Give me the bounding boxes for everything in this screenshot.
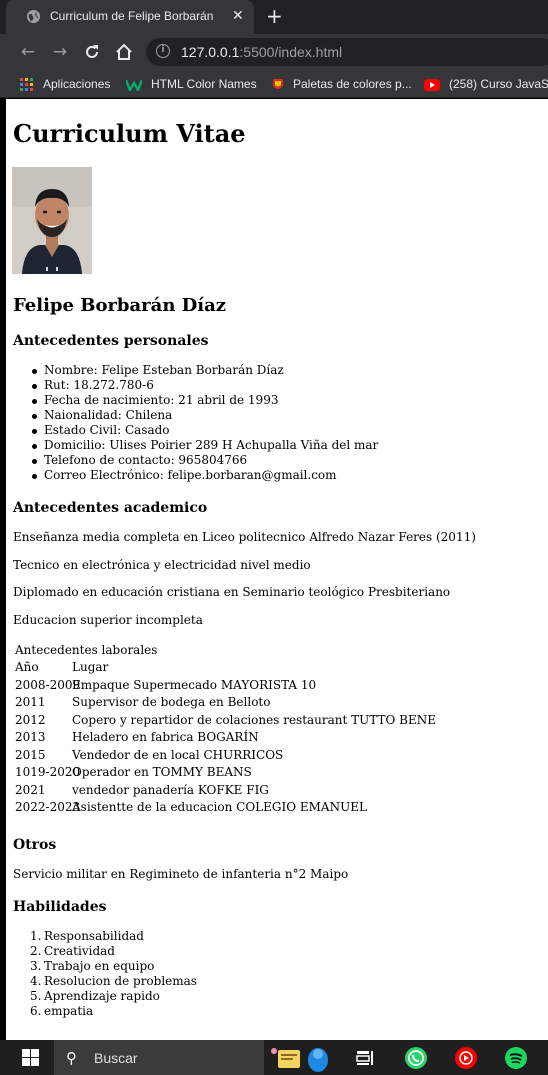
others-text: Servicio militar en Regimineto de infant… [13, 867, 349, 881]
person-name: Felipe Borbarán Díaz [13, 295, 227, 316]
skills-heading: Habilidades [13, 899, 107, 915]
cell-year: 1019-2020 [15, 765, 81, 779]
home-icon[interactable] [114, 42, 134, 62]
cell-year: 2021 [15, 783, 46, 797]
close-tab-icon[interactable]: ✕ [232, 7, 244, 25]
browser-toolbar: ← → i 127.0.0.1:5500/index.html [0, 34, 548, 70]
list-item: Nombre: Felipe Esteban Borbarán Díaz [31, 363, 378, 378]
list-item: Rut: 18.272.780-6 [31, 378, 378, 393]
youtube-icon [424, 78, 440, 91]
w-logo-icon [126, 79, 142, 91]
list-item: Naionalidad: Chilena [31, 408, 378, 423]
windows-start-icon[interactable] [22, 1049, 39, 1066]
list-item: 4. Resolucion de problemas [30, 974, 197, 988]
header-year: Año [15, 660, 39, 674]
browser-tab[interactable]: Curriculum de Felipe Borbarán ✕ [6, 0, 254, 34]
youtube-music-icon[interactable] [454, 1046, 478, 1070]
cell-year: 2022-2023 [15, 800, 81, 814]
cell-place: Asistentte de la educacion COLEGIO EMANU… [72, 800, 367, 814]
bookmark-paletas[interactable]: Paletas de colores p... [272, 75, 412, 93]
page-title: Curriculum Vitae [13, 119, 246, 148]
globe-icon [26, 9, 41, 24]
bookmark-aplicaciones[interactable]: Aplicaciones [20, 75, 110, 93]
bookmark-html-color-names[interactable]: HTML Color Names [126, 75, 257, 93]
bookmark-curso-javascript[interactable]: (258) Curso JavaScri [424, 75, 548, 93]
list-item: 3. Trabajo en equipo [30, 959, 155, 973]
task-view-icon[interactable] [353, 1046, 377, 1070]
academic-item: Tecnico en electrónica y electricidad ni… [13, 558, 311, 572]
jobs-caption: Antecedentes laborales [15, 643, 158, 657]
cell-place: Vendedor de en local CHURRICOS [72, 748, 284, 762]
academic-item: Educacion superior incompleta [13, 613, 203, 627]
search-placeholder: Buscar [94, 1050, 138, 1066]
cell-place: Heladero en fabrica BOGARÍN [72, 730, 259, 744]
cell-year: 2013 [15, 730, 46, 744]
list-item: Telefono de contacto: 965804766 [31, 453, 378, 468]
profile-photo [12, 167, 92, 274]
list-item: 6. empatia [30, 1004, 94, 1018]
url-text[interactable]: 127.0.0.1:5500/index.html [181, 44, 342, 60]
list-item: Fecha de nacimiento: 21 abril de 1993 [31, 393, 378, 408]
cell-place: Empaque Supermecado MAYORISTA 10 [72, 678, 317, 692]
tab-strip: Curriculum de Felipe Borbarán ✕ + [0, 0, 548, 34]
reload-icon[interactable] [82, 42, 102, 62]
list-item: Domicilio: Ulises Poirier 289 H Achupall… [31, 438, 379, 452]
personal-heading: Antecedentes personales [13, 333, 209, 349]
forward-arrow-icon[interactable]: → [50, 42, 70, 62]
list-item: 1. Responsabilidad [30, 929, 144, 943]
spotify-icon[interactable] [504, 1046, 528, 1070]
cell-place: vendedor panadería KOFKE FIG [72, 783, 269, 797]
windows-taskbar: ⚲ Buscar [0, 1040, 548, 1075]
apps-grid-icon [20, 78, 33, 92]
bookmarks-bar: Aplicaciones HTML Color Names Paletas de… [0, 70, 548, 98]
header-place: Lugar [72, 660, 109, 674]
cell-place: Supervisor de bodega en Belloto [72, 695, 271, 709]
skills-list: 1. Responsabilidad 2. Creatividad 3. Trabaj… [30, 929, 197, 1019]
new-tab-button[interactable]: + [266, 4, 283, 28]
academic-item: Enseñanza media completa en Liceo polite… [13, 530, 476, 544]
list-item: 2. Creatividad [30, 944, 115, 958]
address-bar[interactable]: i 127.0.0.1:5500/index.html [146, 38, 548, 66]
taskbar-search[interactable]: ⚲ Buscar [54, 1040, 328, 1075]
cell-year: 2012 [15, 713, 46, 727]
search-highlight-icon [271, 1048, 328, 1072]
academic-item: Diplomado en educación cristiana en Semi… [13, 585, 451, 599]
palette-logo-icon [273, 78, 283, 89]
others-heading: Otros [13, 837, 57, 853]
search-icon: ⚲ [66, 1049, 77, 1067]
cell-place: Copero y repartidor de colaciones restau… [72, 713, 437, 727]
personal-info-list: Nombre: Felipe Esteban Borbarán Díaz Rut… [31, 363, 379, 483]
list-item: Estado Civil: Casado [31, 423, 378, 438]
academic-heading: Antecedentes academico [13, 500, 208, 516]
back-arrow-icon[interactable]: ← [18, 42, 38, 62]
info-icon[interactable]: i [156, 44, 170, 58]
cell-year: 2015 [15, 748, 46, 762]
cell-place: Operador en TOMMY BEANS [72, 765, 252, 779]
list-item: 5. Aprendizaje rapido [30, 989, 160, 1003]
whatsapp-icon[interactable] [404, 1046, 428, 1070]
list-item: Correo Electrónico: felipe.borbaran@gmai… [31, 468, 378, 483]
cell-year: 2008-2009 [15, 678, 81, 692]
cell-year: 2011 [15, 695, 46, 709]
page-content: Curriculum Vitae Felipe Borbarán Díaz An… [6, 99, 548, 1040]
tab-title: Curriculum de Felipe Borbarán [50, 9, 214, 23]
